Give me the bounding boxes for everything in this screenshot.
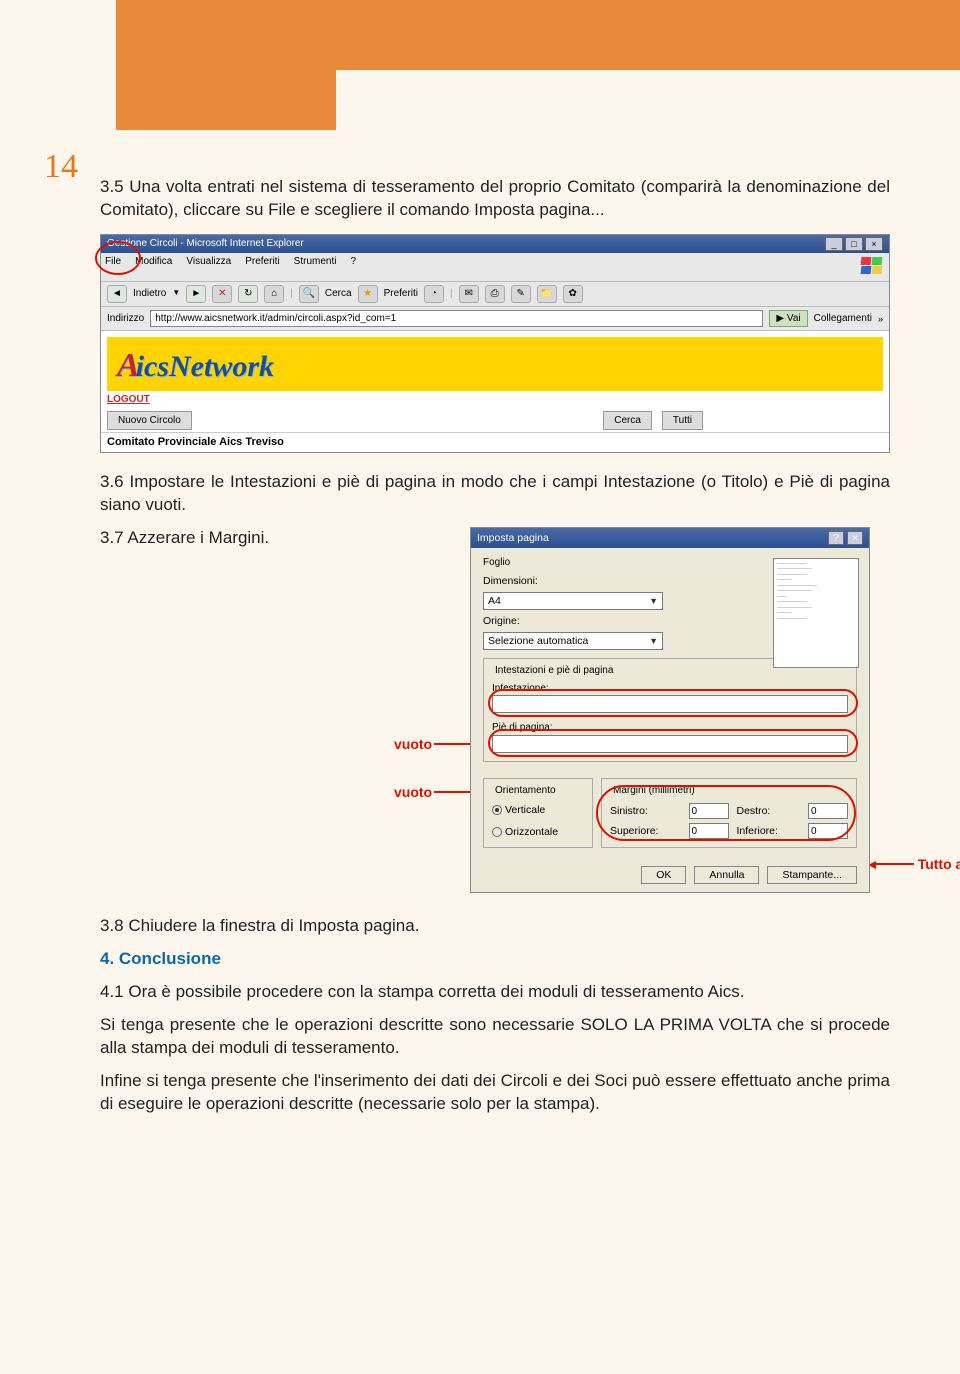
go-button[interactable]: ▶ Vai (769, 310, 807, 328)
address-label: Indirizzo (107, 312, 144, 326)
annulla-button[interactable]: Annulla (694, 866, 759, 884)
site-toolbar: LOGOUT (101, 391, 889, 409)
links-label: Collegamenti (814, 312, 872, 326)
para-note-2: Infine si tenga presente che l'inserimen… (100, 1070, 890, 1116)
inferiore-input[interactable] (808, 823, 848, 839)
dialog-title: Imposta pagina (477, 531, 549, 545)
site-banner: AAicsNetworkicsNetwork (101, 331, 889, 391)
annotation-vuoto-2: vuoto (394, 783, 474, 802)
ie-window: Gestione Circoli - Microsoft Internet Ex… (100, 234, 890, 453)
msn-icon[interactable]: ✿ (563, 285, 583, 303)
superiore-label: Superiore: (610, 824, 681, 838)
page-setup-dialog: Imposta pagina ? × —————————————————————… (470, 527, 870, 893)
menu-file[interactable]: File (105, 255, 121, 279)
search-icon[interactable]: 🔍 (299, 285, 319, 303)
para-3-7: 3.7 Azzerare i Margini. (100, 527, 440, 550)
address-bar: Indirizzo http://www.aicsnetwork.it/admi… (101, 307, 889, 332)
page-number: 14 (44, 148, 78, 186)
orientamento-legend: Orientamento (492, 784, 559, 798)
dialog-titlebar: Imposta pagina ? × (471, 528, 869, 548)
comitato-name: Comitato Provinciale Aics Treviso (101, 432, 889, 452)
dialog-wrap: vuoto vuoto Tutto a zero Imposta pagina … (470, 527, 870, 893)
dimensioni-label: Dimensioni: (483, 574, 555, 588)
cerca-button[interactable]: Cerca (603, 411, 652, 431)
minimize-button[interactable]: _ (825, 237, 843, 251)
favorites-icon[interactable]: ★ (358, 285, 378, 303)
menu-help[interactable]: ? (350, 255, 356, 279)
maximize-button[interactable]: □ (845, 237, 863, 251)
ie-title: Gestione Circoli - Microsoft Internet Ex… (107, 237, 304, 251)
radio-orizzontale[interactable]: Orizzontale (492, 825, 584, 839)
aics-logo: AAicsNetworkicsNetwork (117, 350, 274, 383)
inferiore-label: Inferiore: (737, 824, 801, 838)
stampante-button[interactable]: Stampante... (767, 866, 857, 884)
mail-icon[interactable]: ✉ (459, 285, 479, 303)
orientamento-group: Orientamento Verticale Orizzontale (483, 778, 593, 849)
dialog-button-row: OK Annulla Stampante... (483, 866, 857, 884)
destro-input[interactable] (808, 803, 848, 819)
help-button[interactable]: ? (828, 531, 844, 545)
sinistro-input[interactable] (689, 803, 729, 819)
annotation-tutto-a-zero: Tutto a zero (874, 855, 960, 874)
para-3-7-col: 3.7 Azzerare i Margini. (100, 527, 440, 560)
origine-label: Origine: (483, 614, 555, 628)
para-note-1: Si tenga presente che le operazioni desc… (100, 1014, 890, 1060)
browser-screenshot: Gestione Circoli - Microsoft Internet Ex… (100, 234, 890, 453)
intestazione-label: Intestazione: (492, 682, 848, 696)
tutti-button[interactable]: Tutti (662, 411, 703, 431)
stop-button[interactable]: ✕ (212, 285, 232, 303)
pie-input[interactable] (492, 735, 848, 753)
ok-button[interactable]: OK (641, 866, 686, 884)
section-4-title: 4. Conclusione (100, 948, 890, 971)
windows-logo-icon (857, 255, 885, 279)
dialog-body: ————————————————————————————————————————… (471, 548, 869, 892)
logout-link[interactable]: LOGOUT (107, 393, 150, 407)
back-label: Indietro (133, 287, 166, 301)
print-icon[interactable]: ⎙ (485, 285, 505, 303)
address-input[interactable]: http://www.aicsnetwork.it/admin/circoli.… (150, 310, 763, 328)
annotation-vuoto-1: vuoto (394, 735, 474, 754)
menu-strumenti[interactable]: Strumenti (294, 255, 337, 279)
radio-verticale[interactable]: Verticale (492, 803, 584, 817)
close-button[interactable]: × (865, 237, 883, 251)
nuovo-circolo-button[interactable]: Nuovo Circolo (107, 411, 192, 431)
intestazione-input[interactable] (492, 695, 848, 713)
ie-titlebar: Gestione Circoli - Microsoft Internet Ex… (101, 235, 889, 253)
refresh-button[interactable]: ↻ (238, 285, 258, 303)
edit-icon[interactable]: ✎ (511, 285, 531, 303)
para-3-6: 3.6 Impostare le Intestazioni e piè di p… (100, 471, 890, 517)
para-3-8: 3.8 Chiudere la finestra di Imposta pagi… (100, 915, 890, 938)
superiore-input[interactable] (689, 823, 729, 839)
menu-preferiti[interactable]: Preferiti (245, 255, 279, 279)
middle-row: 3.7 Azzerare i Margini. vuoto vuoto Tutt… (100, 527, 890, 893)
pie-label: Piè di pagina: (492, 721, 848, 735)
destro-label: Destro: (737, 804, 801, 818)
menu-modifica[interactable]: Modifica (135, 255, 172, 279)
header-block (116, 0, 336, 130)
ie-toolbar: ◄ Indietro ▼ ► ✕ ↻ ⌂ | 🔍 Cerca ★ Preferi… (101, 282, 889, 307)
home-button[interactable]: ⌂ (264, 285, 284, 303)
folder-icon[interactable]: 📁 (537, 285, 557, 303)
para-3-5: 3.5 Una volta entrati nel sistema di tes… (100, 176, 890, 222)
page-preview-icon: ————————————————————————————————————————… (773, 558, 859, 668)
intestazioni-legend: Intestazioni e piè di pagina (492, 664, 616, 678)
back-button[interactable]: ◄ (107, 285, 127, 303)
margini-group: Margini (millimetri) Sinistro: Destro: S… (601, 778, 857, 849)
para-4-1: 4.1 Ora è possibile procedere con la sta… (100, 981, 890, 1004)
search-label: Cerca (325, 287, 352, 301)
menu-visualizza[interactable]: Visualizza (186, 255, 231, 279)
main-content: 3.5 Una volta entrati nel sistema di tes… (100, 176, 890, 1126)
dialog-close-button[interactable]: × (847, 531, 863, 545)
dimensioni-combo[interactable]: A4▼ (483, 592, 663, 610)
intestazioni-group: Intestazioni e piè di pagina Intestazion… (483, 658, 857, 762)
site-toolbar-2: Nuovo Circolo Cerca Tutti (101, 409, 889, 433)
favorites-label: Preferiti (384, 287, 418, 301)
margini-legend: Margini (millimetri) (610, 784, 698, 798)
history-icon[interactable]: ◔ (424, 285, 444, 303)
ie-menubar: File Modifica Visualizza Preferiti Strum… (101, 253, 889, 282)
forward-button[interactable]: ► (186, 285, 206, 303)
sinistro-label: Sinistro: (610, 804, 681, 818)
origine-combo[interactable]: Selezione automatica▼ (483, 632, 663, 650)
